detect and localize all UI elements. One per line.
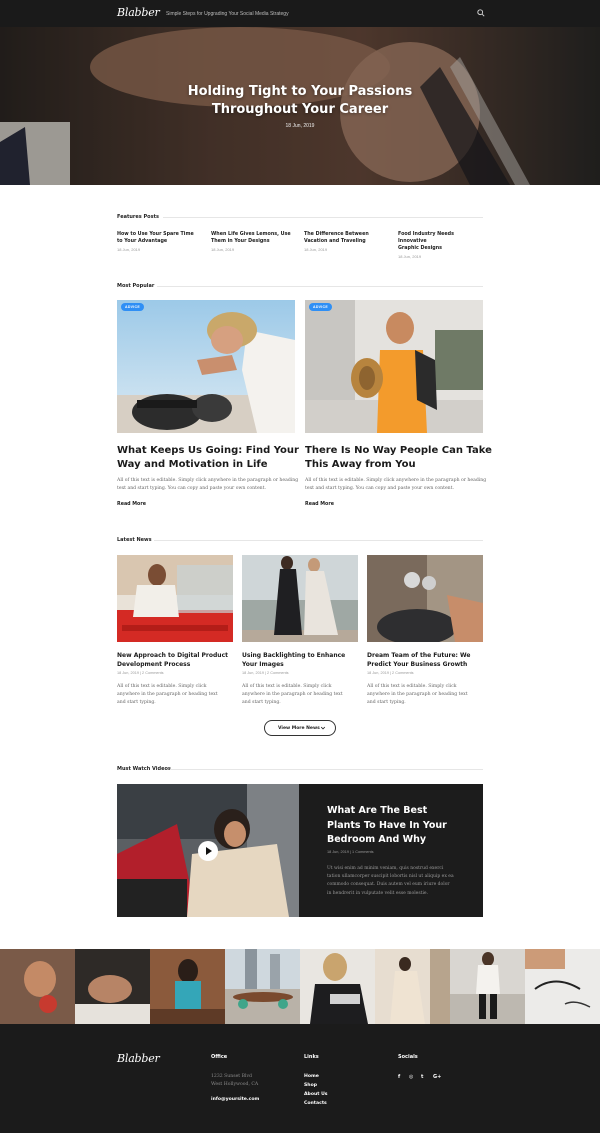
- view-more-news-button[interactable]: View More News: [264, 720, 336, 736]
- chevron-down-icon: [320, 726, 326, 730]
- hero-title[interactable]: Holding Tight to Your Passions Throughou…: [0, 83, 600, 119]
- read-more-link[interactable]: Read More: [305, 502, 334, 507]
- popular-heading: Most Popular: [117, 283, 155, 289]
- feature-post[interactable]: How to Use Your Spare Time to Your Advant…: [117, 231, 203, 252]
- search-icon[interactable]: [477, 9, 485, 17]
- videos-heading: Must Watch Videos: [117, 766, 171, 772]
- features-heading: Features Posts: [117, 214, 159, 220]
- popular-title[interactable]: There Is No Way People Can Take This Away…: [305, 444, 492, 472]
- popular-title[interactable]: What Keeps Us Going: Find Your Way and Mo…: [117, 444, 299, 472]
- instagram-icon[interactable]: ◎: [409, 1074, 413, 1080]
- footer-link-home[interactable]: Home: [304, 1074, 319, 1079]
- feature-post[interactable]: The Difference Between Vacation and Trave…: [304, 231, 390, 252]
- play-button[interactable]: [198, 841, 218, 861]
- latest-heading: Latest News: [117, 537, 152, 543]
- twitter-icon[interactable]: t: [421, 1074, 423, 1080]
- news-excerpt: All of this text is editable. Simply cli…: [367, 684, 468, 705]
- gallery-photo[interactable]: [450, 949, 525, 1024]
- news-image[interactable]: [242, 555, 358, 642]
- news-image[interactable]: [367, 555, 483, 642]
- video-meta: 18 Jun, 2019 | 1 Comments: [327, 850, 374, 854]
- gallery-photo[interactable]: [300, 949, 375, 1024]
- gallery-photo[interactable]: [75, 949, 150, 1024]
- divider: [163, 217, 483, 218]
- news-meta: 18 Jun, 2019 | 2 Comments: [117, 671, 164, 675]
- divider: [154, 540, 483, 541]
- feature-post[interactable]: When Life Gives Lemons, Use Them in Your …: [211, 231, 297, 252]
- photo-strip: [0, 949, 600, 1024]
- footer-link-about[interactable]: About Us: [304, 1092, 328, 1097]
- gallery-photo[interactable]: [225, 949, 300, 1024]
- feature-post[interactable]: Food Industry Needs Innovative Graphic De…: [398, 231, 484, 259]
- gallery-photo[interactable]: [525, 949, 600, 1024]
- popular-excerpt: All of this text is editable. Simply cli…: [305, 478, 487, 491]
- divider: [157, 286, 483, 287]
- google-plus-icon[interactable]: G+: [433, 1074, 441, 1080]
- footer-links-heading: Links: [304, 1054, 319, 1060]
- news-excerpt: All of this text is editable. Simply cli…: [242, 684, 343, 705]
- news-meta: 18 Jun, 2019 | 2 Comments: [242, 671, 289, 675]
- footer-link-contacts[interactable]: Contacts: [304, 1101, 327, 1106]
- video-title[interactable]: What Are The Best Plants To Have In Your B…: [327, 804, 447, 848]
- news-image[interactable]: [117, 555, 233, 642]
- read-more-link[interactable]: Read More: [117, 502, 146, 507]
- popular-excerpt: All of this text is editable. Simply cli…: [117, 478, 299, 491]
- footer-office-heading: Office: [211, 1054, 228, 1060]
- footer-address-line: West Hollywood, CA: [211, 1082, 259, 1087]
- facebook-icon[interactable]: f: [398, 1074, 400, 1080]
- footer-link-shop[interactable]: Shop: [304, 1083, 317, 1088]
- gallery-photo[interactable]: [0, 949, 75, 1024]
- news-title[interactable]: New Approach to Digital Product Developme…: [117, 651, 237, 669]
- footer-address-line: 1232 Sunset Blvd: [211, 1074, 252, 1079]
- gallery-photo[interactable]: [150, 949, 225, 1024]
- popular-image[interactable]: ADVICE: [117, 300, 295, 433]
- video-card[interactable]: What Are The Best Plants To Have In Your B…: [117, 784, 483, 917]
- video-thumbnail[interactable]: [117, 784, 299, 917]
- category-badge[interactable]: ADVICE: [309, 303, 333, 311]
- footer-email-link[interactable]: info@yoursite.com: [211, 1097, 259, 1102]
- site-tagline: Simple Steps for Upgrading Your Social M…: [166, 11, 289, 17]
- footer: Blabber Office 1232 Sunset Blvd West Hol…: [0, 1024, 600, 1133]
- video-excerpt: Ut wisi enim ad minim veniam, quis nostr…: [327, 866, 454, 896]
- site-logo[interactable]: Blabber: [117, 6, 160, 19]
- category-badge[interactable]: ADVICE: [121, 303, 145, 311]
- popular-image[interactable]: ADVICE: [305, 300, 483, 433]
- top-bar: Blabber Simple Steps for Upgrading Your …: [0, 0, 600, 27]
- divider: [170, 769, 483, 770]
- view-more-label: View More News: [278, 726, 320, 731]
- news-meta: 18 Jun, 2019 | 2 Comments: [367, 671, 414, 675]
- news-title[interactable]: Using Backlighting to Enhance Your Images: [242, 651, 362, 669]
- news-excerpt: All of this text is editable. Simply cli…: [117, 684, 218, 705]
- hero-banner[interactable]: Holding Tight to Your Passions Throughou…: [0, 27, 600, 185]
- play-icon: [206, 847, 212, 855]
- footer-logo[interactable]: Blabber: [117, 1052, 160, 1065]
- footer-socials-heading: Socials: [398, 1054, 418, 1060]
- gallery-photo[interactable]: [375, 949, 450, 1024]
- hero-date: 18 Jun, 2019: [285, 123, 315, 129]
- news-title[interactable]: Dream Team of the Future: We Predict Your…: [367, 651, 487, 669]
